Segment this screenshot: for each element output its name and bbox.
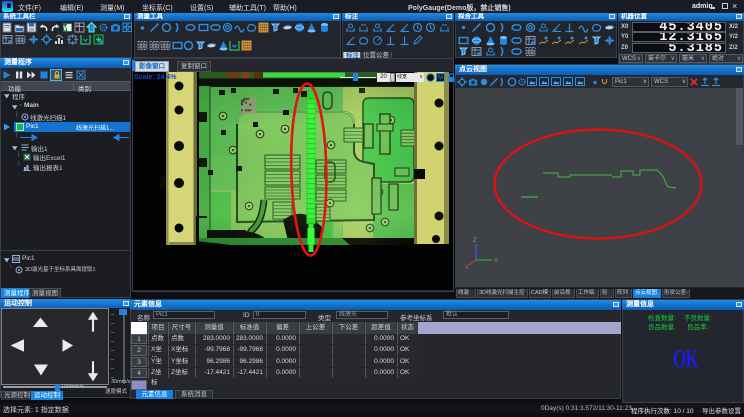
svg-text:W: W [63, 25, 70, 32]
svg-text:Y: Y [494, 259, 498, 265]
svg-text:Z: Z [473, 238, 477, 244]
svg-text:X: X [465, 265, 469, 271]
svg-text:12: 12 [76, 23, 80, 27]
